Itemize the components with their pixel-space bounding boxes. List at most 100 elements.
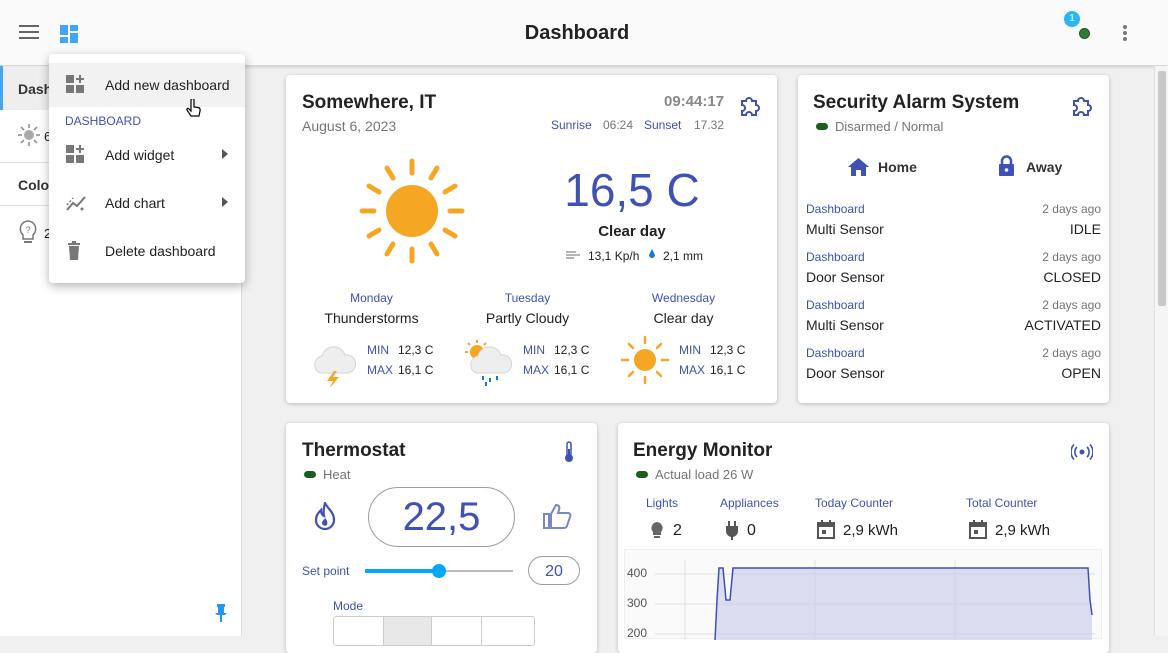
mode-label: Mode — [333, 599, 364, 613]
puzzle-icon[interactable] — [1070, 95, 1092, 117]
trash-icon — [68, 241, 80, 260]
event-source: Dashboard — [806, 346, 865, 360]
rain-amount: 2,1 mm — [663, 249, 704, 263]
wind-speed: 13,1 Kp/h — [588, 249, 640, 263]
load-line-chart — [655, 560, 1095, 640]
total-counter-label: Total Counter — [966, 496, 1038, 510]
sun-icon — [18, 124, 40, 146]
thunderstorm-icon — [314, 346, 357, 387]
connection-status-icon[interactable] — [1079, 28, 1090, 39]
partly-cloudy-icon — [465, 340, 513, 386]
puzzle-icon[interactable] — [738, 95, 760, 117]
energy-title: Energy Monitor — [633, 440, 773, 461]
sunset-time: 17.32 — [694, 118, 725, 132]
total-counter: 2,9 kWh — [995, 522, 1051, 539]
sunrise-label: Sunrise — [551, 118, 592, 132]
event-name: Door Sensor — [806, 365, 885, 381]
widget-icon — [66, 145, 84, 163]
event-state: IDLE — [1069, 221, 1101, 237]
arm-home-button[interactable]: Home — [838, 153, 928, 183]
security-title: Security Alarm System — [813, 92, 1020, 113]
dashboard-menu: Add new dashboard DASHBOARD Add widget A… — [49, 54, 245, 283]
flame-icon[interactable] — [314, 502, 336, 530]
appliances-count: 0 — [747, 522, 756, 539]
lock-icon — [999, 155, 1014, 176]
current-temperature: 16,5 C — [564, 164, 700, 216]
forecast-condition: Thunderstorms — [324, 310, 419, 326]
mode-option[interactable] — [383, 617, 432, 645]
calendar-icon — [969, 520, 987, 539]
status-indicator — [304, 471, 316, 478]
pin-icon[interactable] — [213, 603, 229, 623]
lightbulb-icon — [651, 522, 663, 538]
setpoint-slider[interactable] — [365, 561, 513, 581]
forecast-min-label: MIN — [679, 343, 701, 357]
today-counter: 2,9 kWh — [843, 522, 899, 539]
slider-thumb[interactable] — [432, 564, 446, 578]
thumbs-up-icon[interactable] — [542, 503, 572, 529]
forecast-max: 16,1 C — [398, 363, 434, 377]
event-name: Door Sensor — [806, 269, 885, 285]
scrollbar-thumb[interactable] — [1158, 71, 1166, 306]
plug-icon — [726, 521, 738, 540]
arm-away-button[interactable]: Away — [998, 153, 1088, 183]
mode-option[interactable] — [481, 617, 482, 645]
submenu-arrow-icon — [222, 197, 228, 207]
thermostat-card: Thermostat Heat 22,5 Set point 20 Mode — [286, 423, 597, 653]
lights-label: Lights — [646, 496, 679, 510]
event-time: 2 days ago — [1042, 298, 1101, 312]
sunrise-time: 06:24 — [603, 118, 634, 132]
current-temperature: 22,5 — [402, 495, 481, 539]
forecast-day-name: Wednesday — [651, 291, 716, 305]
status-indicator — [816, 123, 828, 130]
menu-item-add-dashboard[interactable]: Add new dashboard — [49, 63, 245, 107]
today-counter-label: Today Counter — [815, 496, 894, 510]
appliances-label: Appliances — [720, 496, 779, 510]
energy-chart: 400 300 200 — [624, 549, 1102, 640]
event-state: ACTIVATED — [1024, 317, 1102, 333]
wind-icon — [566, 251, 580, 259]
thermostat-title: Thermostat — [302, 440, 406, 461]
sun-icon — [620, 335, 670, 385]
sidebar-item-label: Dash — [18, 81, 53, 97]
security-card: Security Alarm System Disarmed / Normal … — [798, 75, 1109, 403]
event-source: Dashboard — [806, 202, 865, 216]
forecast-condition: Partly Cloudy — [485, 310, 570, 326]
setpoint-value[interactable]: 20 — [528, 556, 580, 585]
forecast-day-name: Monday — [350, 291, 393, 305]
forecast-max: 16,1 C — [710, 363, 746, 377]
arm-home-label: Home — [878, 159, 917, 175]
menu-item-delete-dashboard[interactable]: Delete dashboard — [49, 229, 245, 273]
sunset-label: Sunset — [644, 118, 682, 132]
calendar-icon — [817, 520, 835, 539]
chart-tick-label: 400 — [627, 566, 648, 580]
forecast-max: 16,1 C — [554, 363, 590, 377]
menu-item-add-widget[interactable]: Add widget — [49, 133, 245, 177]
event-time: 2 days ago — [1042, 250, 1101, 264]
event-state: OPEN — [1061, 365, 1101, 381]
chart-icon — [66, 196, 86, 211]
forecast-min: 12,3 C — [554, 343, 590, 357]
notification-badge[interactable]: 1 — [1064, 11, 1080, 27]
forecast-max-label: MAX — [367, 363, 394, 377]
raindrop-icon — [649, 249, 655, 258]
more-vert-icon[interactable] — [1123, 25, 1127, 46]
menu-item-label: Add new dashboard — [105, 77, 230, 93]
menu-item-add-chart[interactable]: Add chart — [49, 181, 245, 225]
setpoint-number: 20 — [545, 563, 563, 580]
energy-status: Actual load 26 W — [655, 467, 754, 482]
thermostat-mode-status: Heat — [323, 467, 351, 482]
submenu-arrow-icon — [222, 149, 228, 159]
event-name: Multi Sensor — [806, 317, 884, 333]
chart-tick-label: 200 — [627, 626, 648, 640]
menu-item-label: Add chart — [105, 195, 165, 211]
add-dashboard-icon — [66, 75, 84, 93]
event-time: 2 days ago — [1042, 202, 1101, 216]
thermometer-icon — [565, 441, 573, 462]
page-scrollbar[interactable] — [1154, 66, 1168, 636]
event-name: Multi Sensor — [806, 221, 884, 237]
security-status: Disarmed / Normal — [835, 119, 944, 134]
mode-selector[interactable] — [333, 616, 535, 646]
forecast-min-label: MIN — [367, 343, 389, 357]
menu-section-header: DASHBOARD — [65, 114, 142, 128]
